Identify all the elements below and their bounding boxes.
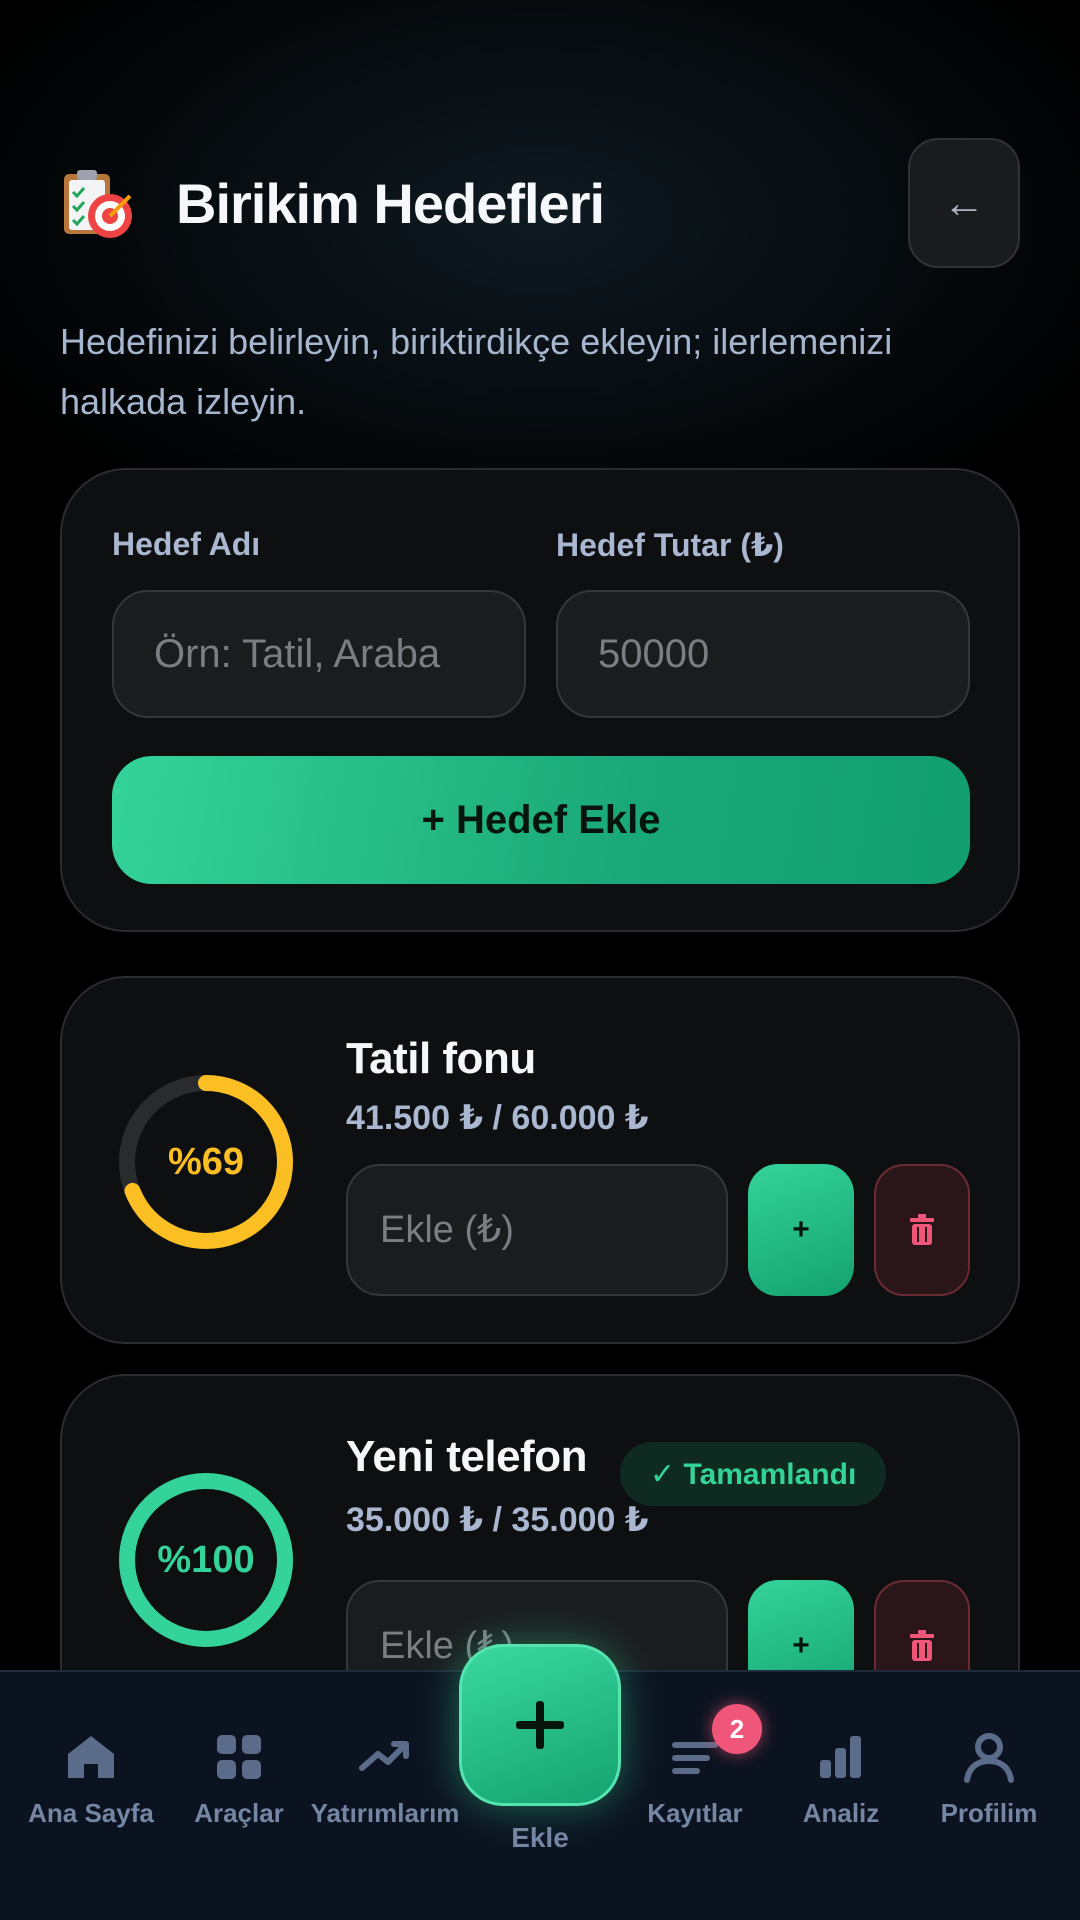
progress-percent: %69 bbox=[167, 1140, 245, 1183]
arrow-left-icon: ← bbox=[943, 179, 985, 226]
nav-item-home[interactable]: Ana Sayfa bbox=[16, 1730, 166, 1850]
trash-icon bbox=[910, 1630, 934, 1661]
grid-icon bbox=[217, 1735, 261, 1779]
new-goal-form: Hedef Adı Hedef Tutar (₺) + Hedef Ekle bbox=[60, 468, 1020, 932]
nav-label: Profilim bbox=[940, 1798, 1038, 1828]
nav-item-profile[interactable]: Profilim bbox=[914, 1730, 1064, 1850]
nav-label: Yatırımlarım bbox=[310, 1798, 460, 1828]
savings-goals-screen: Birikim Hedefleri ← Hedefinizi belirleyi… bbox=[0, 0, 1080, 1920]
goal-card: %69 Tatil fonu 41.500 ₺ / 60.000 ₺ + bbox=[60, 976, 1020, 1344]
goal-amount-input[interactable] bbox=[556, 590, 970, 718]
add-fab-button[interactable] bbox=[459, 1644, 621, 1806]
goal-name: Tatil fonu bbox=[346, 1034, 536, 1083]
add-goal-button[interactable]: + Hedef Ekle bbox=[112, 756, 970, 884]
clipboard-target-icon bbox=[64, 170, 132, 238]
plus-icon bbox=[516, 1701, 564, 1749]
nav-item-investments[interactable]: Yatırımlarım bbox=[310, 1730, 460, 1850]
back-button[interactable]: ← bbox=[908, 138, 1020, 268]
page-title: Birikim Hedefleri bbox=[176, 171, 605, 235]
goal-name-label: Hedef Adı bbox=[112, 526, 261, 562]
trending-up-icon bbox=[359, 1741, 409, 1771]
nav-label: Ana Sayfa bbox=[28, 1798, 154, 1828]
nav-label: Kayıtlar bbox=[647, 1798, 743, 1828]
fab-label: Ekle bbox=[511, 1822, 569, 1853]
user-icon bbox=[964, 1733, 1014, 1783]
contribution-input[interactable] bbox=[346, 1164, 728, 1296]
records-count-badge: 2 bbox=[712, 1704, 762, 1754]
goal-amount: 35.000 ₺ / 35.000 ₺ bbox=[346, 1501, 649, 1539]
bar-chart-icon bbox=[820, 1736, 861, 1778]
nav-label: Analiz bbox=[802, 1798, 880, 1828]
completed-badge: ✓ Tamamlandı bbox=[620, 1442, 887, 1506]
goal-amount-label: Hedef Tutar (₺) bbox=[556, 527, 784, 563]
goal-name: Yeni telefon bbox=[346, 1432, 587, 1481]
delete-goal-button[interactable] bbox=[874, 1164, 970, 1296]
nav-label: Araçlar bbox=[194, 1798, 284, 1828]
progress-percent: %100 bbox=[157, 1538, 255, 1581]
home-icon bbox=[68, 1736, 114, 1778]
header: Birikim Hedefleri ← bbox=[60, 138, 1020, 268]
nav-item-tools[interactable]: Araçlar bbox=[164, 1730, 314, 1850]
nav-item-analysis[interactable]: Analiz bbox=[766, 1730, 916, 1850]
add-contribution-button[interactable]: + bbox=[748, 1164, 854, 1296]
goal-amount: 41.500 ₺ / 60.000 ₺ bbox=[346, 1099, 649, 1137]
goal-name-input[interactable] bbox=[112, 590, 526, 718]
page-subtitle: Hedefinizi belirleyin, biriktirdikçe ekl… bbox=[60, 321, 893, 422]
trash-icon bbox=[910, 1214, 934, 1245]
